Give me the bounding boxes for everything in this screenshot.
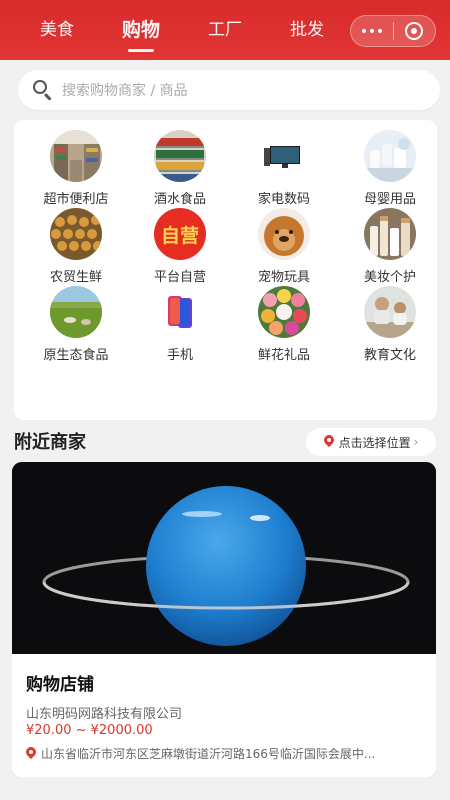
phone-image xyxy=(154,286,206,338)
top-nav-bar: 美食 购物 工厂 批发 xyxy=(0,0,450,60)
category-label: 农贸生鲜 xyxy=(49,270,102,285)
chevron-right-icon: › xyxy=(413,435,419,449)
tab-wholesale[interactable]: 批发 xyxy=(290,0,324,60)
shop-cover-image xyxy=(12,462,436,654)
location-pin-icon xyxy=(26,747,36,761)
tab-food[interactable]: 美食 xyxy=(40,0,74,60)
category-flowers[interactable]: 鲜花礼品 xyxy=(234,286,334,363)
self-operated-badge: 自营 xyxy=(154,208,206,260)
beverage-shelf-image xyxy=(154,130,206,182)
flowers-image xyxy=(258,286,310,338)
shop-address-text: 山东省临沂市河东区芝麻墩街道沂河路166号临沂国际会展中... xyxy=(41,747,376,761)
category-label: 手机 xyxy=(166,348,193,363)
shop-name: 购物店铺 xyxy=(26,675,94,695)
choose-location-label: 点击选择位置 xyxy=(338,435,411,450)
category-pets[interactable]: 宠物玩具 xyxy=(234,208,334,285)
dog-image xyxy=(258,208,310,260)
shop-company: 山东明码网路科技有限公司 xyxy=(26,707,183,722)
category-tabs: 美食 购物 工厂 批发 xyxy=(0,0,372,60)
self-operated-badge-text: 自营 xyxy=(160,224,199,247)
tv-image xyxy=(258,130,310,182)
category-label: 家电数码 xyxy=(257,192,310,207)
pasture-image xyxy=(50,286,102,338)
category-grid: 超市便利店 酒水食品 家电数码 母婴用品 农贸生鲜 自营 平台自营 宠物玩具 美… xyxy=(14,120,437,420)
tab-shopping[interactable]: 购物 xyxy=(122,0,160,60)
tab-factory[interactable]: 工厂 xyxy=(208,0,242,60)
more-icon[interactable] xyxy=(351,16,393,46)
category-cosmetics[interactable]: 美妆个护 xyxy=(340,208,440,285)
category-beverage[interactable]: 酒水食品 xyxy=(130,130,230,207)
supermarket-image xyxy=(50,130,102,182)
category-label: 鲜花礼品 xyxy=(257,348,310,363)
search-bar[interactable]: 搜索购物商家 / 商品 xyxy=(18,70,440,110)
category-baby[interactable]: 母婴用品 xyxy=(340,130,440,207)
category-label: 宠物玩具 xyxy=(257,270,310,285)
category-label: 美妆个护 xyxy=(363,270,416,285)
category-label: 平台自营 xyxy=(153,270,206,285)
education-image xyxy=(364,286,416,338)
fresh-produce-image xyxy=(50,208,102,260)
category-phones[interactable]: 手机 xyxy=(130,286,230,363)
category-self-operated[interactable]: 自营 平台自营 xyxy=(130,208,230,285)
category-appliances[interactable]: 家电数码 xyxy=(234,130,334,207)
cosmetics-image xyxy=(364,208,416,260)
category-organic[interactable]: 原生态食品 xyxy=(26,286,126,363)
choose-location-button[interactable]: 点击选择位置 › xyxy=(306,428,436,456)
search-placeholder: 搜索购物商家 / 商品 xyxy=(62,83,188,99)
nearby-section-title: 附近商家 xyxy=(14,432,86,453)
shop-price-range: ¥20.00 ~ ¥2000.00 xyxy=(26,723,153,738)
category-label: 教育文化 xyxy=(363,348,416,363)
shop-card[interactable]: 购物店铺 山东明码网路科技有限公司 ¥20.00 ~ ¥2000.00 山东省临… xyxy=(12,462,436,777)
close-target-icon[interactable] xyxy=(394,16,435,46)
category-fresh[interactable]: 农贸生鲜 xyxy=(26,208,126,285)
miniprogram-capsule xyxy=(350,15,436,47)
category-label: 超市便利店 xyxy=(43,192,109,207)
shop-address: 山东省临沂市河东区芝麻墩街道沂河路166号临沂国际会展中... xyxy=(26,745,426,762)
baby-products-image xyxy=(364,130,416,182)
category-education[interactable]: 教育文化 xyxy=(340,286,440,363)
search-icon xyxy=(32,79,54,101)
category-label: 酒水食品 xyxy=(153,192,206,207)
category-label: 母婴用品 xyxy=(363,192,416,207)
location-pin-icon xyxy=(324,435,334,449)
category-label: 原生态食品 xyxy=(43,348,109,363)
category-supermarket[interactable]: 超市便利店 xyxy=(26,130,126,207)
